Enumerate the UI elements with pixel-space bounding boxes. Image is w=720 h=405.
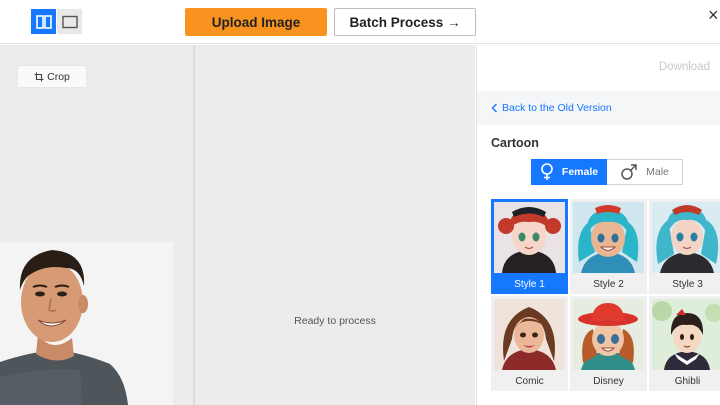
style-label: Style 2: [593, 279, 624, 290]
result-pane: Ready to process: [195, 45, 475, 405]
style-label: Style 3: [672, 279, 703, 290]
style-card-comic[interactable]: Comic: [491, 296, 568, 391]
female-icon: [541, 163, 553, 180]
style-card-style-2[interactable]: Style 2: [570, 199, 647, 294]
view-mode-toggle: [31, 9, 82, 34]
single-view-icon: [61, 15, 78, 28]
back-link-label: Back to the Old Version: [502, 102, 612, 114]
style-label: Style 1: [514, 279, 545, 290]
female-label: Female: [561, 166, 599, 178]
split-view-button[interactable]: [31, 9, 56, 34]
chevron-left-icon: [491, 103, 497, 113]
crop-label: Crop: [47, 70, 70, 83]
single-view-button[interactable]: [57, 9, 82, 34]
crop-button[interactable]: Crop: [17, 65, 87, 88]
style-thumbnail: [573, 299, 644, 370]
download-button[interactable]: Download: [659, 61, 710, 73]
top-toolbar: Upload Image Batch Process → ×: [0, 0, 720, 44]
section-title: Cartoon: [491, 136, 539, 150]
original-image-pane: Crop: [0, 45, 193, 405]
close-icon[interactable]: ×: [708, 6, 720, 24]
style-card-style-1[interactable]: Style 1: [491, 199, 568, 294]
male-icon: [621, 164, 637, 180]
style-thumbnail: [652, 299, 720, 370]
style-thumbnail: [573, 202, 644, 273]
upload-image-button[interactable]: Upload Image: [185, 8, 327, 36]
female-button[interactable]: Female: [531, 159, 607, 185]
style-card-ghibli[interactable]: Ghibli: [649, 296, 720, 391]
split-view-icon: [35, 14, 52, 29]
status-text: Ready to process: [294, 315, 376, 327]
uploaded-photo: [0, 242, 173, 405]
style-thumbnail: [652, 202, 720, 273]
style-thumbnail: [494, 202, 565, 273]
gender-toggle: Female Male: [531, 159, 684, 185]
options-panel: Download Back to the Old Version Cartoon…: [476, 45, 720, 405]
style-thumbnail: [494, 299, 565, 370]
crop-icon: [34, 72, 44, 81]
male-button[interactable]: Male: [607, 159, 683, 185]
back-to-old-version-link[interactable]: Back to the Old Version: [491, 102, 612, 114]
style-card-disney[interactable]: Disney: [570, 296, 647, 391]
batch-process-button[interactable]: Batch Process →: [334, 8, 476, 36]
style-card-style-3[interactable]: Style 3: [649, 199, 720, 294]
style-label: Comic: [515, 376, 544, 387]
style-label: Ghibli: [674, 376, 701, 387]
male-label: Male: [646, 166, 669, 178]
style-label: Disney: [593, 376, 624, 387]
back-bar: Back to the Old Version: [477, 91, 720, 125]
